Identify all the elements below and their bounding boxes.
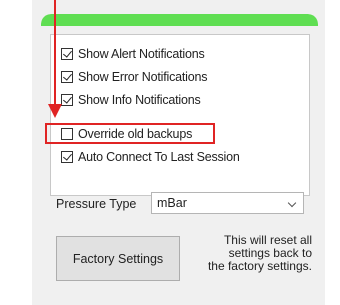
panel-header-bar (41, 14, 318, 26)
pressure-type-select[interactable]: mBar (151, 192, 304, 214)
show-error-notifications-option[interactable]: Show Error Notifications (61, 68, 207, 86)
show-alert-notifications-label: Show Alert Notifications (78, 47, 205, 61)
pressure-type-value: mBar (157, 196, 187, 210)
show-info-notifications-option[interactable]: Show Info Notifications (61, 91, 201, 109)
annotation-arrow-shaft (54, 0, 56, 110)
show-error-notifications-label: Show Error Notifications (78, 70, 208, 84)
show-error-notifications-checkbox[interactable] (61, 71, 73, 83)
show-alert-notifications-checkbox[interactable] (61, 48, 73, 60)
auto-connect-label: Auto Connect To Last Session (78, 150, 240, 164)
auto-connect-checkbox[interactable] (61, 151, 73, 163)
annotation-arrow-head-icon (48, 104, 62, 118)
factory-note-line-3: the factory settings. (207, 259, 312, 273)
factory-settings-note: This will reset all settings back to the… (188, 234, 312, 273)
highlight-rectangle (45, 123, 215, 144)
options-group: Show Alert Notifications Show Error Noti… (50, 34, 310, 196)
auto-connect-option[interactable]: Auto Connect To Last Session (61, 148, 240, 166)
screenshot: Show Alert Notifications Show Error Noti… (0, 0, 340, 305)
chevron-down-icon (287, 198, 297, 208)
factory-settings-button[interactable]: Factory Settings (56, 236, 180, 281)
pressure-type-label: Pressure Type (56, 197, 137, 211)
show-info-notifications-label: Show Info Notifications (78, 93, 201, 107)
left-margin (0, 0, 32, 305)
right-margin (325, 0, 340, 305)
show-alert-notifications-option[interactable]: Show Alert Notifications (61, 45, 205, 63)
show-info-notifications-checkbox[interactable] (61, 94, 73, 106)
